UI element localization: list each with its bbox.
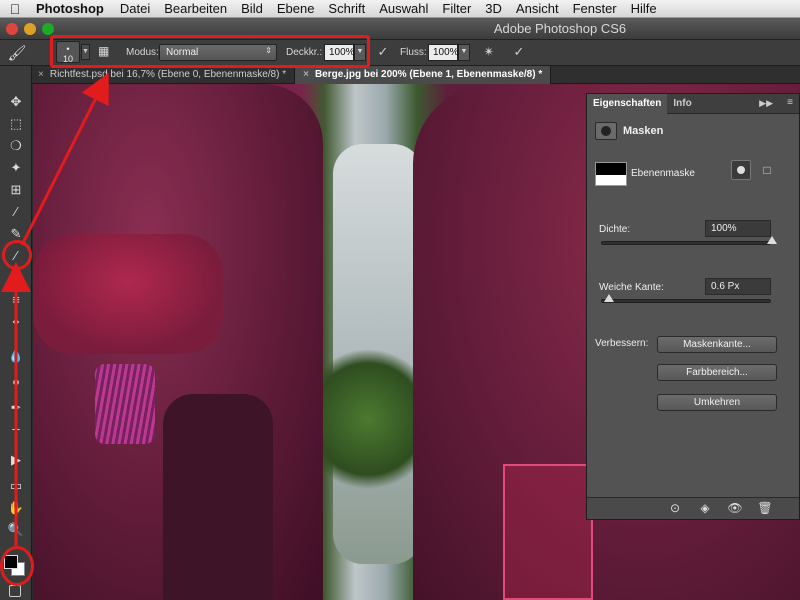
blur-tool-icon[interactable]: 💧 bbox=[5, 346, 27, 366]
properties-footer: ⊙ ◈ 👁 🗑 bbox=[587, 497, 799, 519]
panel-menu-icon[interactable]: ≡ bbox=[787, 97, 793, 108]
trash-icon[interactable]: 🗑 bbox=[757, 501, 773, 517]
density-slider-knob[interactable] bbox=[767, 236, 777, 244]
canvas-robe-shadow bbox=[163, 394, 273, 600]
annotation-brush-circle bbox=[2, 240, 32, 270]
shape-tool-icon[interactable]: ▭ bbox=[5, 476, 27, 496]
feather-slider[interactable] bbox=[601, 294, 771, 303]
pen-tool-icon[interactable]: ✒ bbox=[5, 398, 27, 418]
tab-berge[interactable]: × Berge.jpg bei 200% (Ebene 1, Ebenenmask… bbox=[295, 66, 552, 84]
marquee-tool-icon[interactable]: ⬚ bbox=[5, 114, 27, 134]
layer-mask-thumbnail bbox=[595, 162, 627, 186]
eyedropper-tool-icon[interactable]: ∕ bbox=[5, 202, 27, 222]
color-range-button[interactable]: Farbbereich... bbox=[657, 364, 777, 381]
annotation-swatch-circle bbox=[0, 546, 34, 586]
pressure-size-icon[interactable]: ✓ bbox=[510, 44, 528, 62]
layer-mask-label: Ebenenmaske bbox=[631, 168, 695, 179]
zoom-window-button[interactable] bbox=[42, 23, 54, 35]
path-selection-tool-icon[interactable]: ▶ bbox=[5, 450, 27, 470]
hand-tool-icon[interactable]: ✋ bbox=[5, 498, 27, 518]
menu-hilfe[interactable]: Hilfe bbox=[631, 1, 657, 16]
tab-eigenschaften[interactable]: Eigenschaften bbox=[587, 93, 668, 114]
window-title: Adobe Photoshop CS6 bbox=[493, 21, 627, 36]
tab-info[interactable]: Info bbox=[667, 94, 697, 114]
zoom-tool-icon[interactable]: 🔍 bbox=[5, 520, 27, 540]
document-tabs: × Richtfest.psd bei 16,7% (Ebene 0, Ebene… bbox=[30, 66, 800, 84]
feather-label: Weiche Kante: bbox=[599, 282, 664, 293]
invert-button[interactable]: Umkehren bbox=[657, 394, 777, 411]
masks-title: Masken bbox=[623, 125, 664, 137]
feather-slider-knob[interactable] bbox=[603, 294, 614, 302]
tools-panel: ✥ ⬚ ❍ ✦ ⊞ ∕ ✎ ⁄ ⌵ ≡ ⋄ 💧 ● ✒ T ▶ ▭ ✋ 🔍 bbox=[0, 66, 32, 600]
close-tab-icon[interactable]: × bbox=[303, 69, 309, 80]
refine-label: Verbessern: bbox=[595, 338, 649, 349]
properties-panel-tabs: Eigenschaften Info ▶▶ ≡ bbox=[587, 93, 799, 114]
apply-mask-icon[interactable]: ◈ bbox=[697, 501, 713, 517]
vector-mask-icon[interactable]: □ bbox=[757, 160, 777, 180]
fluss-dropdown[interactable]: ▼ bbox=[458, 44, 470, 61]
mask-icon bbox=[595, 122, 617, 140]
dodge-tool-icon[interactable]: ● bbox=[5, 372, 27, 392]
close-tab-icon[interactable]: × bbox=[38, 69, 44, 80]
masks-header: Masken bbox=[595, 122, 663, 140]
menu-3d[interactable]: 3D bbox=[485, 1, 502, 16]
pixel-mask-button[interactable] bbox=[731, 160, 751, 180]
canvas-foliage-region bbox=[313, 344, 423, 494]
close-window-button[interactable] bbox=[6, 23, 18, 35]
fluss-label: Fluss: bbox=[400, 47, 427, 58]
window-controls bbox=[6, 23, 54, 35]
menu-app-name[interactable]: Photoshop bbox=[36, 1, 104, 16]
annotation-options-box bbox=[50, 35, 370, 68]
airbrush-icon[interactable]: ✴ bbox=[480, 44, 498, 62]
density-label: Dichte: bbox=[599, 224, 631, 235]
visibility-eye-icon[interactable]: 👁 bbox=[727, 501, 743, 517]
canvas-robe-fold bbox=[33, 234, 223, 354]
crop-tool-icon[interactable]: ⊞ bbox=[5, 180, 27, 200]
tab-berge-label: Berge.jpg bei 200% (Ebene 1, Ebenenmaske… bbox=[314, 69, 543, 80]
density-input[interactable]: 100% bbox=[705, 220, 771, 237]
properties-panel: Eigenschaften Info ▶▶ ≡ Masken Ebenenmas… bbox=[586, 93, 800, 520]
tab-richtfest-label: Richtfest.psd bei 16,7% (Ebene 0, Ebenen… bbox=[49, 69, 287, 80]
minimize-window-button[interactable] bbox=[24, 23, 36, 35]
fluss-input[interactable]: 100% bbox=[428, 44, 459, 61]
canvas-scarf bbox=[95, 364, 155, 444]
mask-edge-button[interactable]: Maskenkante... bbox=[657, 336, 777, 353]
lasso-tool-icon[interactable]: ❍ bbox=[5, 136, 27, 156]
menu-bild[interactable]: Bild bbox=[241, 1, 263, 16]
clone-stamp-tool-icon[interactable]: ⌵ bbox=[5, 268, 27, 288]
pressure-opacity-icon[interactable]: ✓ bbox=[374, 44, 392, 62]
history-brush-tool-icon[interactable]: ≡ bbox=[5, 290, 27, 310]
menu-bearbeiten[interactable]: Bearbeiten bbox=[164, 1, 227, 16]
brush-tool-preset-icon[interactable]: 🖌 bbox=[0, 42, 34, 64]
move-tool-icon[interactable]: ✥ bbox=[5, 92, 27, 112]
collapse-panel-icon[interactable]: ▶▶ bbox=[759, 98, 773, 109]
menu-filter[interactable]: Filter bbox=[442, 1, 471, 16]
quick-mask-icon[interactable] bbox=[9, 585, 21, 597]
magic-wand-tool-icon[interactable]: ✦ bbox=[5, 158, 27, 178]
menu-fenster[interactable]: Fenster bbox=[573, 1, 617, 16]
feather-input[interactable]: 0.6 Px bbox=[705, 278, 771, 295]
density-slider[interactable] bbox=[601, 236, 777, 245]
menu-schrift[interactable]: Schrift bbox=[328, 1, 365, 16]
tab-richtfest[interactable]: × Richtfest.psd bei 16,7% (Ebene 0, Ebene… bbox=[30, 66, 296, 84]
menu-ebene[interactable]: Ebene bbox=[277, 1, 315, 16]
menu-auswahl[interactable]: Auswahl bbox=[379, 1, 428, 16]
menu-ansicht[interactable]: Ansicht bbox=[516, 1, 559, 16]
menu-datei[interactable]: Datei bbox=[120, 1, 150, 16]
type-tool-icon[interactable]: T bbox=[5, 424, 27, 444]
menu-bar:  Photoshop Datei Bearbeiten Bild Ebene … bbox=[0, 0, 800, 18]
canvas-object bbox=[503, 464, 593, 600]
apple-icon[interactable]:  bbox=[0, 1, 30, 17]
load-selection-icon[interactable]: ⊙ bbox=[667, 501, 683, 517]
eraser-tool-icon[interactable]: ⋄ bbox=[5, 312, 27, 332]
